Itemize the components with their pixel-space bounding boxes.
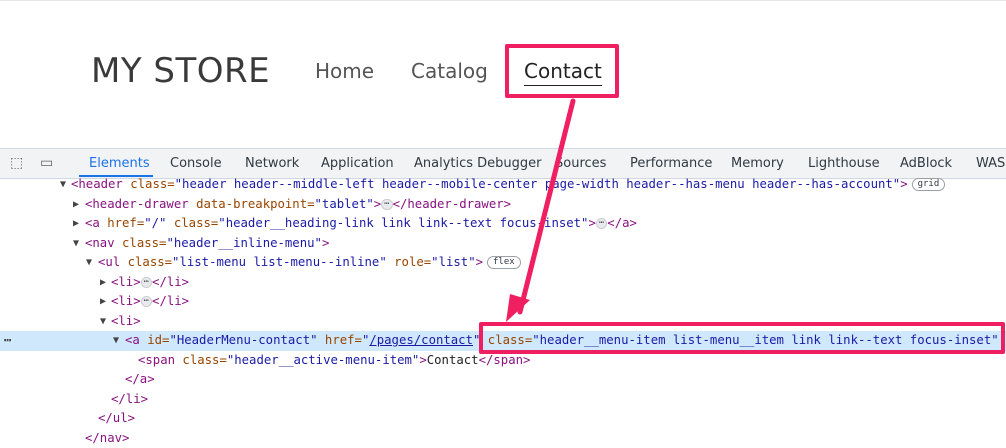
attr-value: "tablet" <box>315 197 374 211</box>
expand-triangle-icon[interactable]: ▶ <box>100 273 106 293</box>
tag-name: </li> <box>152 294 189 308</box>
tag-name: <nav <box>85 236 122 250</box>
attr-value: "/" <box>144 216 166 230</box>
tag-name: </ul> <box>98 409 135 429</box>
attr-name: data-breakpoint= <box>196 197 314 211</box>
tag-name: > <box>900 177 907 191</box>
tree-row[interactable]: ▶ <a href="/" class="header__heading-link… <box>0 214 1006 234</box>
tag-name: </span> <box>479 353 531 367</box>
tree-row[interactable]: </nav> <box>0 429 1006 448</box>
attr-name: class= <box>122 236 166 250</box>
tab-network[interactable]: Network <box>245 156 299 171</box>
tag-name: <header-drawer <box>85 197 196 211</box>
tag-name: <li> <box>111 294 141 308</box>
tag-name: <li> <box>111 275 141 289</box>
tag-name: > <box>374 197 381 211</box>
tag-name: <li> <box>111 314 141 328</box>
tree-row[interactable]: </ul> <box>0 409 1006 429</box>
href-link[interactable]: /pages/contact <box>369 333 473 347</box>
tree-row[interactable]: ▶ <li>⋯</li> <box>0 273 1006 293</box>
collapsed-content-ellipsis[interactable]: ⋯ <box>596 218 607 229</box>
tree-row[interactable]: ▼ <nav class="header__inline-menu"> <box>0 234 1006 254</box>
tab-application[interactable]: Application <box>321 156 394 171</box>
attr-name: class= <box>182 353 226 367</box>
inspect-element-icon[interactable]: ⬚ <box>10 155 23 171</box>
tab-console[interactable]: Console <box>170 156 222 171</box>
expand-triangle-icon[interactable]: ▶ <box>100 292 106 312</box>
expand-triangle-icon[interactable]: ▶ <box>73 214 79 234</box>
tag-name: </header-drawer> <box>393 197 511 211</box>
nav-catalog-link[interactable]: Catalog <box>411 59 488 83</box>
tree-row[interactable]: ▶ <header-drawer data-breakpoint="tablet"… <box>0 195 1006 215</box>
collapsed-content-ellipsis[interactable]: ⋯ <box>141 277 152 288</box>
collapsed-content-ellipsis[interactable]: ⋯ <box>141 296 152 307</box>
tag-name: <a <box>85 216 107 230</box>
tag-name: > <box>588 216 595 230</box>
attr-name: href= <box>318 333 362 347</box>
attr-name: id= <box>147 333 169 347</box>
collapse-triangle-icon[interactable]: ▼ <box>73 234 79 254</box>
device-toolbar-icon[interactable]: ▭ <box>40 155 53 171</box>
row-menu-icon[interactable]: ⋯ <box>4 331 11 351</box>
tag-name: > <box>419 353 426 367</box>
collapsed-content-ellipsis[interactable]: ⋯ <box>381 199 392 210</box>
attr-name: role= <box>387 255 431 269</box>
attr-value: "list" <box>431 255 475 269</box>
tree-row[interactable]: ▶ <li>⋯</li> <box>0 292 1006 312</box>
tab-elements[interactable]: Elements <box>89 156 150 171</box>
store-brand[interactable]: MY STORE <box>91 51 270 91</box>
attr-name: class= <box>128 255 172 269</box>
tab-memory[interactable]: Memory <box>731 156 784 171</box>
tab-lighthouse[interactable]: Lighthouse <box>808 156 880 171</box>
tab-analytics-debugger[interactable]: Analytics Debugger <box>414 156 542 171</box>
tag-name: <ul <box>98 255 128 269</box>
tag-name: > <box>476 255 483 269</box>
tab-sources[interactable]: Sources <box>555 156 606 171</box>
tab-adblock[interactable]: AdBlock <box>900 156 952 171</box>
tab-wasp[interactable]: WASP <box>976 156 1006 171</box>
attr-value: "header__heading-link link link--text fo… <box>218 216 588 230</box>
tree-row[interactable]: </a> <box>0 370 1006 390</box>
collapse-triangle-icon[interactable]: ▼ <box>113 331 119 351</box>
flex-badge[interactable]: flex <box>487 256 521 269</box>
contact-highlight-box <box>505 44 619 98</box>
collapse-triangle-icon[interactable]: ▼ <box>100 312 106 332</box>
attr-name: class= <box>130 177 174 191</box>
attr-value: "HeaderMenu-contact" <box>169 333 317 347</box>
attr-value: "header__active-menu-item" <box>227 353 420 367</box>
tree-row[interactable]: </li> <box>0 390 1006 410</box>
class-attr-highlight-box <box>479 322 1005 354</box>
tag-name: </a> <box>607 216 637 230</box>
tag-name: <span <box>138 353 182 367</box>
tab-performance[interactable]: Performance <box>630 156 712 171</box>
tree-row[interactable]: ▼ <header class="header header--middle-le… <box>0 175 1006 195</box>
nav-home-link[interactable]: Home <box>315 59 374 83</box>
tag-name: <a <box>125 333 147 347</box>
attr-name: href= <box>107 216 144 230</box>
attr-value: "header header--middle-left header--mobi… <box>175 177 901 191</box>
expand-triangle-icon[interactable]: ▶ <box>73 195 79 215</box>
store-header: MY STORE Home Catalog Contact <box>0 0 1006 141</box>
tag-name: <header <box>71 177 130 191</box>
attr-value: "list-menu list-menu--inline" <box>172 255 387 269</box>
collapse-triangle-icon[interactable]: ▼ <box>60 175 66 195</box>
tag-name: </li> <box>111 390 148 410</box>
tag-name: </a> <box>125 370 155 390</box>
tree-row[interactable]: ▼ <ul class="list-menu list-menu--inline"… <box>0 253 1006 273</box>
attr-value: "header__inline-menu" <box>166 236 321 250</box>
grid-badge[interactable]: grid <box>912 178 946 191</box>
attr-name: class= <box>166 216 218 230</box>
text-node: Contact <box>427 353 479 367</box>
tag-name: </nav> <box>85 429 129 448</box>
tag-name: > <box>322 236 329 250</box>
collapse-triangle-icon[interactable]: ▼ <box>86 253 92 273</box>
tag-name: </li> <box>152 275 189 289</box>
